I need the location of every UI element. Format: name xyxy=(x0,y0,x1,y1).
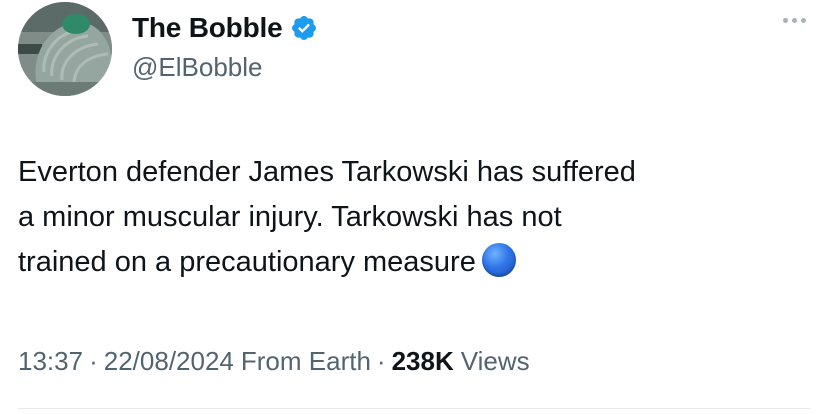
beanie-avatar-image xyxy=(18,2,112,96)
author-handle[interactable]: @ElBobble xyxy=(132,52,262,83)
meta-separator: · xyxy=(89,346,98,376)
blue-circle-emoji-icon xyxy=(481,243,516,277)
tweet-text: Everton defender James Tarkowski has suf… xyxy=(18,156,636,278)
tweet-date[interactable]: 22/08/2024 xyxy=(104,346,234,377)
author-display-name[interactable]: The Bobble xyxy=(132,12,283,44)
tweet-source: From Earth xyxy=(240,346,371,376)
tweet-time[interactable]: 13:37 xyxy=(18,346,83,377)
divider xyxy=(18,408,810,409)
views-label[interactable]: Views xyxy=(461,346,530,377)
meta-separator-2: · xyxy=(376,346,386,376)
more-dot xyxy=(792,18,797,23)
more-options-button[interactable] xyxy=(783,18,806,23)
tweet-meta: 13:37 · 22/08/2024 From Earth · 238K Vie… xyxy=(18,346,530,377)
author-name-row[interactable]: The Bobble xyxy=(132,12,318,44)
avatar[interactable] xyxy=(18,2,112,96)
more-dots-icon xyxy=(783,18,788,23)
views-count[interactable]: 238K xyxy=(392,346,454,377)
tweet-body: Everton defender James Tarkowski has suf… xyxy=(18,150,808,285)
more-dot xyxy=(801,18,806,23)
verified-badge-icon xyxy=(290,14,318,42)
